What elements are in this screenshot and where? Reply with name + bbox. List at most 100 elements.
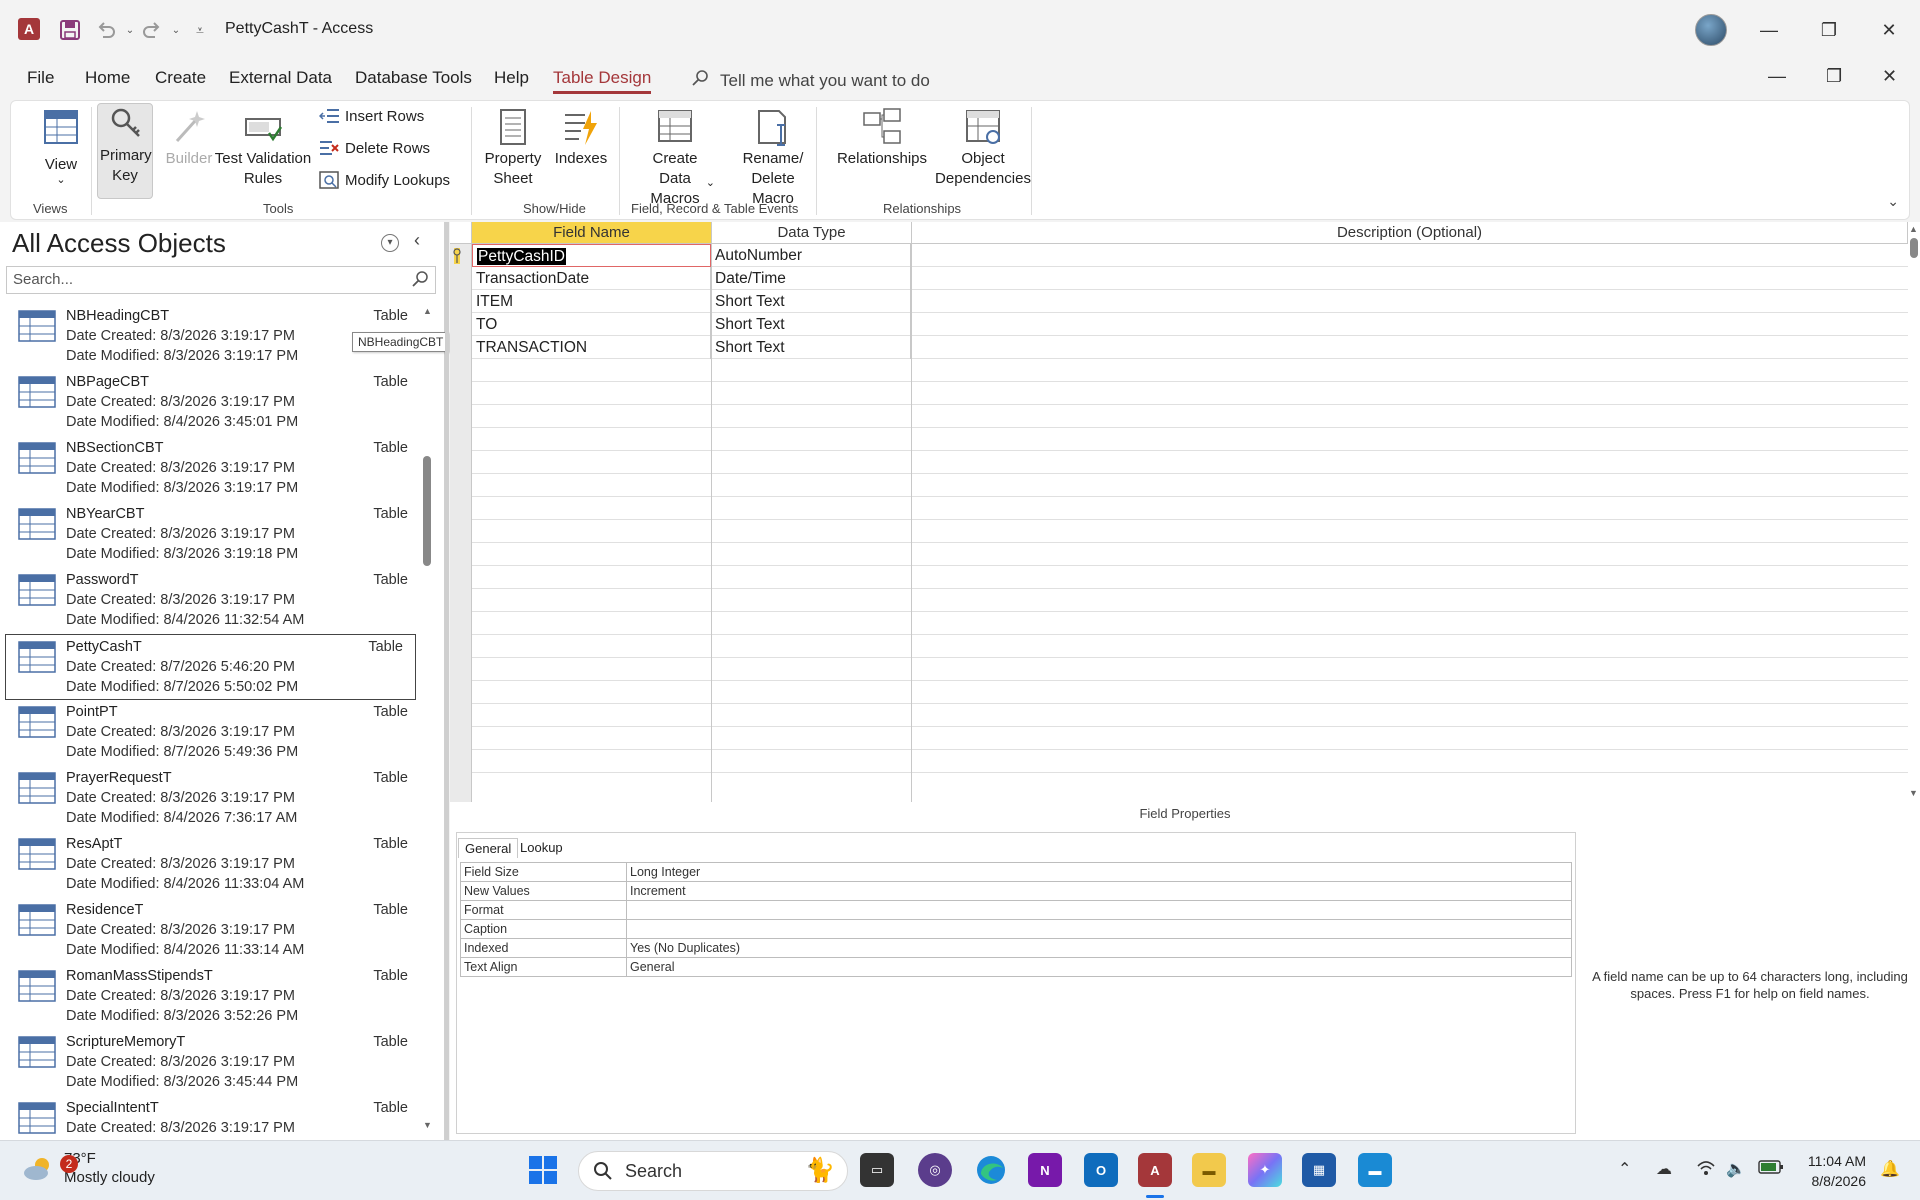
battery-icon[interactable] <box>1758 1159 1784 1180</box>
task-view-icon[interactable]: ▭ <box>860 1153 894 1187</box>
builder-button[interactable]: Builder <box>159 107 219 169</box>
undo-dropdown-icon[interactable]: ⌄ <box>118 18 142 42</box>
field-name-cell[interactable]: TO <box>476 316 497 333</box>
field-row[interactable]: PettyCashID AutoNumber <box>472 244 1908 267</box>
app-icon-purple[interactable]: ◎ <box>918 1153 952 1187</box>
data-type-cell[interactable]: Short Text <box>711 336 911 359</box>
nav-pane-title[interactable]: All Access Objects <box>12 228 226 259</box>
onenote-icon[interactable]: N <box>1028 1153 1062 1187</box>
field-name-cell[interactable]: TRANSACTION <box>476 339 587 356</box>
db-minimize-button[interactable]: — <box>1768 66 1786 87</box>
tab-help[interactable]: Help <box>494 68 529 88</box>
property-value[interactable]: General <box>626 957 1572 977</box>
undo-icon[interactable] <box>94 18 118 42</box>
field-row[interactable] <box>472 750 1908 773</box>
field-name-cell[interactable]: TransactionDate <box>476 270 589 287</box>
field-row[interactable] <box>472 428 1908 451</box>
notification-bell-icon[interactable]: 🔔 <box>1880 1159 1900 1179</box>
property-value[interactable]: Increment <box>626 881 1572 901</box>
minimize-button[interactable]: — <box>1754 16 1784 44</box>
scroll-up-arrow-icon[interactable]: ▲ <box>423 306 432 316</box>
grid-corner[interactable] <box>450 222 472 244</box>
property-row[interactable]: New Values Increment <box>460 881 1572 901</box>
tab-lookup[interactable]: Lookup <box>514 838 569 857</box>
show-hidden-icons[interactable]: ⌃ <box>1618 1159 1631 1179</box>
redo-dropdown-icon[interactable]: ⌄ <box>164 18 188 42</box>
field-row[interactable] <box>472 589 1908 612</box>
nav-object-item[interactable]: PrayerRequestT Table Date Created: 8/3/202… <box>0 766 420 832</box>
field-row[interactable]: ITEM Short Text <box>472 290 1908 313</box>
field-row[interactable] <box>472 359 1908 382</box>
scroll-up-arrow-icon[interactable]: ▲ <box>1909 224 1918 234</box>
property-row[interactable]: Indexed Yes (No Duplicates) <box>460 938 1572 958</box>
data-type-cell[interactable]: Short Text <box>711 290 911 313</box>
field-row[interactable] <box>472 658 1908 681</box>
customize-quick-access-icon[interactable]: ⩡ <box>188 18 212 42</box>
tell-me-search[interactable]: Tell me what you want to do <box>690 68 930 93</box>
property-row[interactable]: Format <box>460 900 1572 920</box>
data-type-cell[interactable]: AutoNumber <box>711 244 911 267</box>
grid-scroll-thumb[interactable] <box>1910 238 1918 258</box>
property-value[interactable]: Long Integer <box>626 862 1572 882</box>
nav-menu-dropdown-icon[interactable]: ▾ <box>381 234 399 252</box>
tab-external-data[interactable]: External Data <box>229 68 332 88</box>
nav-object-item[interactable]: RomanMassStipendsT Table Date Created: 8/3… <box>0 964 420 1030</box>
property-row[interactable]: Caption <box>460 919 1572 939</box>
primary-key-button[interactable]: Primary Key <box>97 103 153 199</box>
nav-object-item[interactable]: PettyCashT Table Date Created: 8/7/2026 5:… <box>5 634 416 700</box>
scroll-down-arrow-icon[interactable]: ▼ <box>423 1120 432 1130</box>
db-restore-button[interactable]: ❐ <box>1826 66 1842 87</box>
save-icon[interactable] <box>58 18 82 42</box>
property-value[interactable]: Yes (No Duplicates) <box>626 938 1572 958</box>
relationships-button[interactable]: Relationships <box>827 107 937 169</box>
tab-table-design[interactable]: Table Design <box>553 68 652 94</box>
insert-rows-button[interactable]: Insert Rows <box>319 107 424 125</box>
close-button[interactable]: ✕ <box>1874 16 1904 44</box>
view-button[interactable]: View ⌄ <box>25 107 97 186</box>
property-value[interactable] <box>626 900 1572 920</box>
grid-scrollbar[interactable]: ▲ ▼ <box>1908 222 1920 802</box>
db-close-button[interactable]: ✕ <box>1882 66 1897 87</box>
nav-scrollbar[interactable]: ▲ ▼ <box>420 304 434 1136</box>
weather-widget[interactable]: 2 73°F Mostly cloudy <box>22 1149 155 1187</box>
field-row[interactable] <box>472 612 1908 635</box>
store-icon[interactable]: ▦ <box>1302 1153 1336 1187</box>
nav-search-input[interactable]: Search... <box>6 266 436 294</box>
tab-file[interactable]: File <box>27 68 54 88</box>
app-icon-blue[interactable]: ▬ <box>1358 1153 1392 1187</box>
delete-rows-button[interactable]: Delete Rows <box>319 139 430 157</box>
access-taskbar-icon[interactable]: A <box>1138 1153 1172 1187</box>
nav-object-item[interactable]: ResidenceT Table Date Created: 8/3/2026 3:… <box>0 898 420 964</box>
pane-splitter[interactable] <box>445 222 449 1140</box>
tab-create[interactable]: Create <box>155 68 206 88</box>
onedrive-sync-icon[interactable]: ☁ <box>1656 1159 1672 1179</box>
field-name-cell[interactable]: PettyCashID <box>477 248 567 265</box>
m365-copilot-icon[interactable]: ✦ <box>1248 1153 1282 1187</box>
nav-object-item[interactable]: PasswordT Table Date Created: 8/3/2026 3:1… <box>0 568 420 634</box>
nav-object-item[interactable]: NBPageCBT Table Date Created: 8/3/2026 3:1… <box>0 370 420 436</box>
field-row[interactable]: TRANSACTION Short Text <box>472 336 1908 359</box>
nav-object-item[interactable]: ScriptureMemoryT Table Date Created: 8/3/2… <box>0 1030 420 1096</box>
row-selector-column[interactable] <box>450 244 472 802</box>
shutter-bar-close-icon[interactable]: ‹ <box>414 230 420 251</box>
nav-object-item[interactable]: SpecialIntentT Table Date Created: 8/3/202… <box>0 1096 420 1136</box>
file-explorer-icon[interactable]: ▬ <box>1192 1153 1226 1187</box>
outlook-icon[interactable]: O <box>1084 1153 1118 1187</box>
field-row[interactable]: TO Short Text <box>472 313 1908 336</box>
create-data-macros-button[interactable]: Create Data Macros ⌄ <box>623 107 727 209</box>
field-row[interactable] <box>472 681 1908 704</box>
field-row[interactable] <box>472 635 1908 658</box>
field-row[interactable] <box>472 382 1908 405</box>
field-row[interactable] <box>472 497 1908 520</box>
nav-object-item[interactable]: PointPT Table Date Created: 8/3/2026 3:19:… <box>0 700 420 766</box>
data-type-cell[interactable]: Short Text <box>711 313 911 336</box>
rename-delete-macro-button[interactable]: Rename/ Delete Macro <box>723 107 823 209</box>
field-row[interactable] <box>472 451 1908 474</box>
taskbar-search[interactable]: Search 🐈 <box>578 1151 848 1191</box>
volume-icon[interactable]: 🔈 <box>1726 1159 1746 1179</box>
test-validation-rules-button[interactable]: Test Validation Rules <box>211 107 315 189</box>
description-header[interactable]: Description (Optional) <box>912 222 1908 244</box>
wifi-icon[interactable] <box>1696 1159 1716 1182</box>
field-row[interactable] <box>472 727 1908 750</box>
property-sheet-button[interactable]: Property Sheet <box>483 107 543 189</box>
